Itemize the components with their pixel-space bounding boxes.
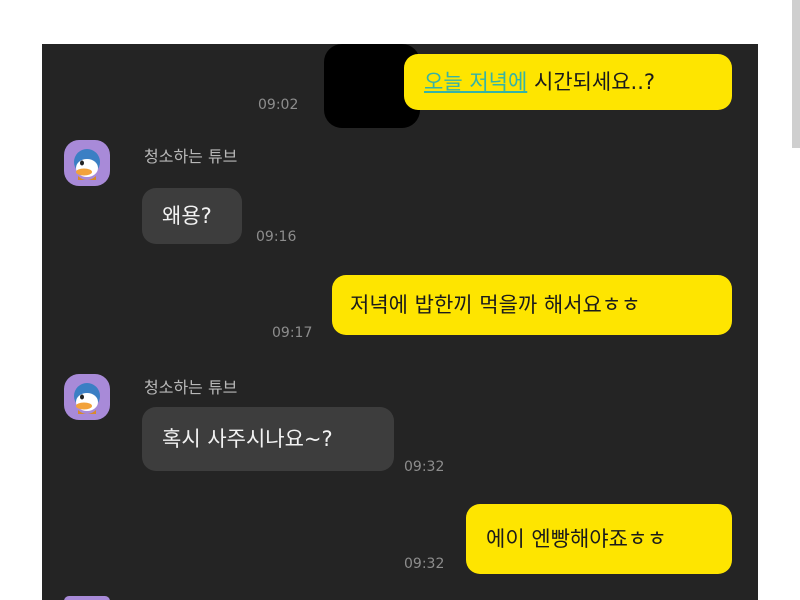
message-bubble-in[interactable]: 혹시 사주시나요~? [142,407,394,471]
message-text: 혹시 사주시나요~? [162,426,333,451]
message-bubble-out[interactable]: 오늘 저녁에 시간되세요..? [404,54,732,110]
sender-name: 청소하는 튜브 [144,147,238,166]
message-link[interactable]: 오늘 저녁에 [424,71,527,93]
message-text: 에이 엔빵해야죠ㅎㅎ [486,526,667,551]
screenshot-page: 오늘 저녁에 시간되세요..? 09:02 청소하는 튜브 왜용? 09:16 [0,0,800,600]
message-time: 09:02 [258,97,299,113]
message-text: 왜용? [162,203,212,228]
chat-conversation: 오늘 저녁에 시간되세요..? 09:02 청소하는 튜브 왜용? 09:16 [42,44,758,600]
message-bubble-in[interactable]: 왜용? [142,188,242,244]
duck-character-avatar-icon[interactable] [64,596,110,600]
edge-artifact [792,0,800,148]
message-time: 09:32 [404,556,445,572]
message-time: 09:16 [256,229,297,245]
duck-character-avatar-icon[interactable] [64,140,110,186]
message-bubble-out[interactable]: 저녁에 밥한끼 먹을까 해서요ㅎㅎ [332,275,732,335]
message-time: 09:17 [272,325,313,341]
message-time: 09:32 [404,459,445,475]
sender-name: 청소하는 튜브 [144,378,238,397]
message-text: 저녁에 밥한끼 먹을까 해서요ㅎㅎ [350,292,641,317]
message-text: 시간되세요..? [527,69,656,94]
duck-character-avatar-icon[interactable] [64,374,110,420]
message-bubble-out[interactable]: 에이 엔빵해야죠ㅎㅎ [466,504,732,574]
